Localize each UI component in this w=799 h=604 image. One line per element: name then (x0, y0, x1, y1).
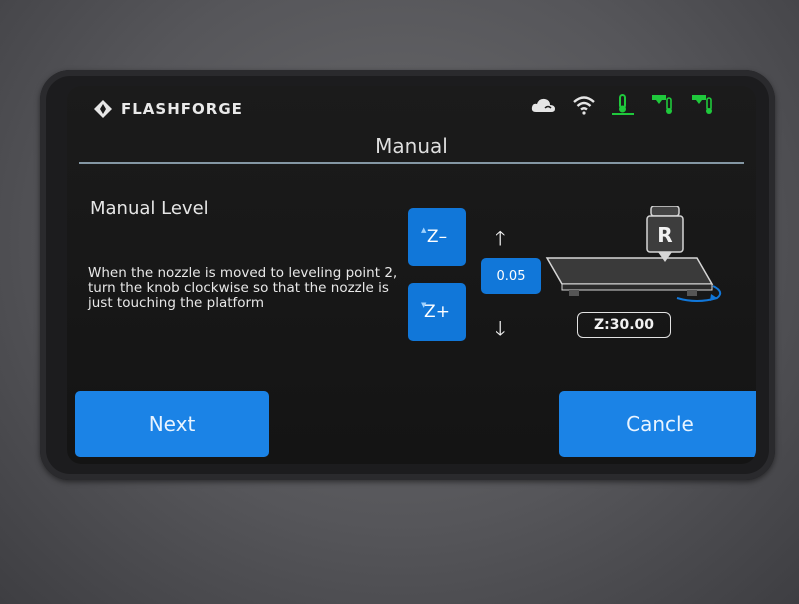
nozzle2-temp-icon[interactable] (690, 94, 716, 116)
cancel-button[interactable]: Cancle (559, 391, 756, 457)
nozzle1-temp-icon[interactable] (650, 94, 676, 116)
title-divider (79, 162, 744, 164)
z-plus-label: Z+ (424, 302, 450, 322)
nozzle-label: R (657, 223, 672, 247)
section-heading: Manual Level (90, 198, 209, 219)
brand-name: FLASHFORGE (121, 100, 243, 118)
wifi-icon[interactable] (572, 95, 596, 115)
arrow-up-icon: 🡑 (495, 226, 506, 250)
bed-temp-icon[interactable] (610, 94, 636, 116)
z-minus-label: Z– (426, 227, 448, 247)
arrow-down-icon: 🡓 (495, 316, 506, 340)
next-button[interactable]: Next (75, 391, 269, 457)
z-position-readout: Z:30.00 (577, 312, 671, 338)
z-minus-button[interactable]: ▲ Z– (408, 208, 466, 266)
step-size-value: 0.05 (496, 268, 526, 284)
knob-right-icon (687, 290, 697, 296)
knob-left-icon (569, 290, 579, 296)
z-plus-button[interactable]: ▼ Z+ (408, 283, 466, 341)
page-title: Manual (375, 134, 448, 158)
triangle-down-icon: ▼ (421, 301, 427, 309)
title-bar: Manual (67, 126, 756, 164)
instruction-text: When the nozzle is moved to leveling poi… (88, 265, 398, 311)
nozzle-icon (650, 206, 680, 217)
status-bar (530, 94, 716, 116)
brand: FLASHFORGE (93, 96, 243, 122)
triangle-up-icon: ▲ (421, 226, 427, 234)
flashforge-logo-icon (94, 100, 112, 118)
cloud-icon[interactable] (530, 96, 558, 114)
touchscreen: FLASHFORGE Manual Manual Level When the … (67, 86, 756, 464)
